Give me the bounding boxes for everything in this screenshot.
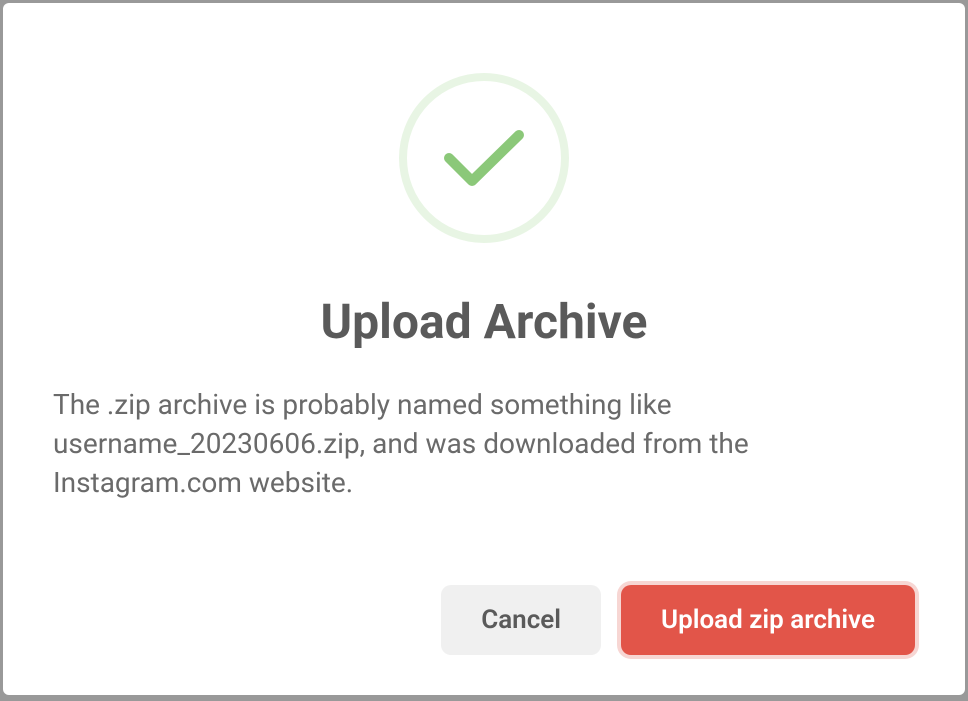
- icon-container: [53, 73, 915, 243]
- upload-zip-archive-button[interactable]: Upload zip archive: [621, 585, 915, 655]
- success-circle: [399, 73, 569, 243]
- dialog-description: The .zip archive is probably named somet…: [53, 385, 915, 555]
- button-row: Cancel Upload zip archive: [53, 585, 915, 655]
- dialog-title: Upload Archive: [53, 293, 915, 350]
- checkmark-icon: [439, 123, 529, 193]
- cancel-button[interactable]: Cancel: [441, 585, 601, 655]
- upload-archive-dialog: Upload Archive The .zip archive is proba…: [3, 3, 965, 695]
